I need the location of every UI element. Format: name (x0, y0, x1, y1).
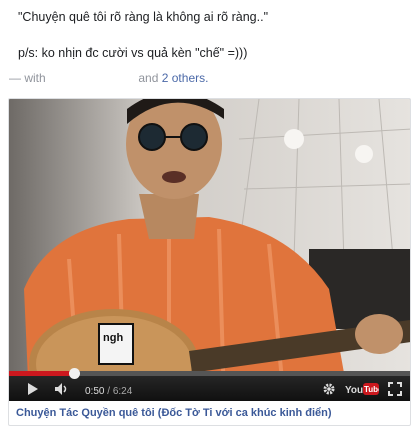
others-link[interactable]: 2 others. (162, 71, 209, 85)
post-line-1: "Chuyện quê tôi rõ ràng là không ai rõ r… (18, 10, 268, 24)
progress-bar[interactable] (9, 368, 410, 379)
volume-icon[interactable] (54, 382, 70, 401)
progress-scrubber[interactable] (68, 368, 80, 379)
fullscreen-icon[interactable] (388, 382, 402, 401)
guitar-sticker: ngh (103, 332, 123, 344)
tagged-with-line: — with and 2 others. (9, 71, 208, 85)
svg-text:Tube: Tube (364, 385, 379, 394)
post-line-2: p/s: ko nhịn đc cười vs quả kèn "chế" =)… (18, 46, 248, 60)
video-title-link[interactable]: Chuyện Tác Quyền quê tôi (Đốc Tờ Ti với … (16, 407, 332, 419)
youtube-logo[interactable]: You Tube (345, 381, 383, 401)
with-prefix: — with (9, 71, 46, 85)
with-and: and (138, 71, 159, 85)
duration: 6:24 (112, 386, 133, 397)
video-frame[interactable]: ngh 0:50 / 6:24 You Tube (9, 99, 410, 401)
gear-icon[interactable] (322, 382, 336, 401)
current-time: 0:50 (85, 386, 105, 397)
play-icon[interactable] (27, 382, 39, 401)
time-display: 0:50 / 6:24 (85, 386, 132, 397)
progress-fill (9, 371, 74, 376)
time-separator: / (107, 386, 111, 397)
svg-text:You: You (345, 385, 363, 396)
video-card: ngh 0:50 / 6:24 You Tube (8, 98, 411, 426)
video-still: ngh (9, 99, 410, 401)
